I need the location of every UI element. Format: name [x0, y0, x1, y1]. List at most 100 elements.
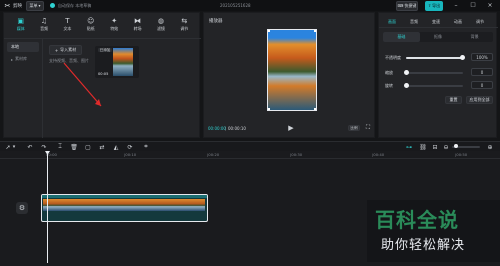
shortcut-label: 快捷键	[404, 2, 417, 8]
opacity-value[interactable]: 100%	[471, 53, 493, 61]
scale-label: 缩放	[385, 70, 393, 75]
clip-frame	[43, 199, 61, 211]
music-icon: ♫	[40, 17, 48, 25]
media-thumbnail-image	[113, 48, 133, 76]
rotate-label: 旋转	[385, 83, 393, 88]
effects-icon: ✦	[111, 17, 118, 25]
toolbar-item-media[interactable]: ▣ 媒体	[10, 16, 31, 34]
export-icon: ⇪	[427, 3, 432, 8]
toolbar-item-text[interactable]: T 文本	[57, 16, 78, 34]
import-button[interactable]: + 导入素材	[49, 45, 82, 55]
subtab-keying[interactable]: 抠像	[420, 32, 457, 42]
keyboard-icon: ⌨	[397, 3, 404, 8]
text-icon: T	[65, 17, 70, 25]
toolbar-item-adjust[interactable]: ⇆ 调节	[174, 16, 195, 34]
media-sidebar: 本地 ▸ 素材库	[7, 42, 39, 132]
clip-settings-icon[interactable]: ⚙	[16, 202, 28, 214]
timeline-ruler: 00:00 |00:10 |00:20 |00:30 |00:40 |00:50	[0, 151, 500, 159]
close-icon[interactable]: ×	[486, 1, 494, 9]
redo-icon[interactable]: ↷	[40, 143, 48, 151]
sidebar-item-label: 素材库	[15, 56, 28, 61]
toolbar-item-filter[interactable]: ◍ 滤镜	[150, 16, 171, 34]
rotate-value[interactable]: 0	[471, 81, 493, 89]
clip-frame	[133, 199, 151, 211]
opacity-slider-knob[interactable]	[460, 55, 465, 60]
toolbar-item-audio[interactable]: ♫ 音频	[33, 16, 54, 34]
player-preview[interactable]	[267, 29, 317, 111]
sidebar-item-local[interactable]: 本地	[7, 42, 39, 52]
link-icon[interactable]: ⛓	[419, 143, 427, 151]
freeze-icon[interactable]: ▢	[84, 143, 92, 151]
crop-handle[interactable]	[268, 108, 270, 110]
tab-picture[interactable]: 画面	[385, 17, 399, 27]
player-title: 播放器	[209, 19, 223, 24]
watermark-line-2: 助你轻松解决	[381, 238, 466, 253]
clip-frame	[187, 199, 205, 211]
crop-handle[interactable]	[314, 30, 316, 32]
zoom-slider-knob[interactable]	[454, 144, 458, 148]
export-label: 导出	[432, 2, 441, 8]
opacity-slider[interactable]	[406, 57, 463, 59]
sidebar-item-library[interactable]: ▸ 素材库	[7, 54, 39, 64]
maximize-icon[interactable]: □	[469, 1, 477, 9]
autosave-status-icon	[50, 3, 55, 8]
minimize-icon[interactable]: –	[452, 1, 460, 9]
ratio-button[interactable]: 比例	[348, 125, 360, 131]
tabs-divider	[379, 27, 498, 28]
toolbar-item-effects[interactable]: ✦ 特效	[104, 16, 125, 34]
scale-slider-knob[interactable]	[404, 70, 409, 75]
scale-value[interactable]: 0	[471, 68, 493, 76]
menu-button[interactable]: 菜单 ▾	[26, 0, 44, 11]
zoom-out-icon[interactable]: ⊖	[442, 143, 450, 151]
reverse-icon[interactable]: ⇄	[98, 143, 106, 151]
reset-button[interactable]: 重置	[445, 96, 462, 104]
transition-icon: ⧓	[134, 17, 142, 25]
export-button[interactable]: ⇪ 导出	[425, 0, 443, 11]
preview-axis-icon[interactable]: ⊟	[431, 143, 439, 151]
split-icon[interactable]: ⌶	[56, 143, 64, 151]
media-icon: ▣	[17, 17, 24, 25]
opacity-slider-fill	[406, 57, 463, 59]
video-clip[interactable]	[41, 194, 208, 222]
toolbar-item-sticker[interactable]: ☺ 贴纸	[80, 16, 101, 34]
sidebar-divider	[42, 39, 43, 138]
mirror-icon[interactable]: ◭	[112, 143, 120, 151]
tab-speed[interactable]: 变速	[429, 17, 443, 27]
time-separator: |	[225, 126, 227, 131]
ruler-label: |00:30	[290, 152, 303, 157]
scale-slider[interactable]	[406, 72, 463, 74]
ruler-label: |00:10	[124, 152, 137, 157]
project-title: 202105251628	[220, 3, 251, 8]
undo-icon[interactable]: ↶	[26, 143, 34, 151]
ruler-label: |00:20	[207, 152, 220, 157]
rotate-icon[interactable]: ⟳	[126, 143, 134, 151]
play-icon[interactable]: ▶	[287, 124, 295, 132]
subtab-background[interactable]: 背景	[456, 32, 493, 42]
crop-handle[interactable]	[314, 108, 316, 110]
crop-handle[interactable]	[268, 30, 270, 32]
delete-icon[interactable]: 🗑	[70, 143, 78, 151]
inspector-subtabs: 基础 抠像 背景	[383, 32, 493, 42]
magnet-icon[interactable]: ⊶	[405, 143, 413, 151]
tab-audio[interactable]: 音频	[407, 17, 421, 27]
playhead[interactable]	[47, 151, 48, 263]
ruler-label: |00:40	[372, 152, 385, 157]
clip-thumbnails	[42, 198, 207, 211]
rotate-slider[interactable]	[406, 85, 463, 87]
subtab-basic[interactable]: 基础	[383, 32, 420, 42]
rotate-slider-knob[interactable]	[404, 83, 409, 88]
toolbar-item-transition[interactable]: ⧓ 转场	[127, 16, 148, 34]
zoom-in-icon[interactable]: ⊕	[486, 143, 494, 151]
clip-frame	[79, 199, 97, 211]
tab-adjust[interactable]: 调节	[473, 17, 487, 27]
shortcut-button[interactable]: ⌨ 快捷键	[396, 0, 418, 11]
apply-all-button[interactable]: 应用到全部	[466, 96, 493, 104]
toolbar-item-label: 特效	[110, 26, 119, 31]
adjust-icon: ⇆	[181, 17, 188, 25]
fullscreen-icon[interactable]: ⛶	[364, 124, 372, 132]
timeline-toolbar: ➚ ▾ ↶ ↷ ⌶ 🗑 ▢ ⇄ ◭ ⟳ ⌗ ⊶ ⛓ ⊟ ⊖ ⊕	[0, 141, 500, 151]
chevron-down-icon[interactable]: ▾	[11, 143, 17, 151]
preview-image	[268, 30, 316, 110]
tab-animation[interactable]: 动画	[451, 17, 465, 27]
crop-icon[interactable]: ⌗	[142, 143, 150, 151]
